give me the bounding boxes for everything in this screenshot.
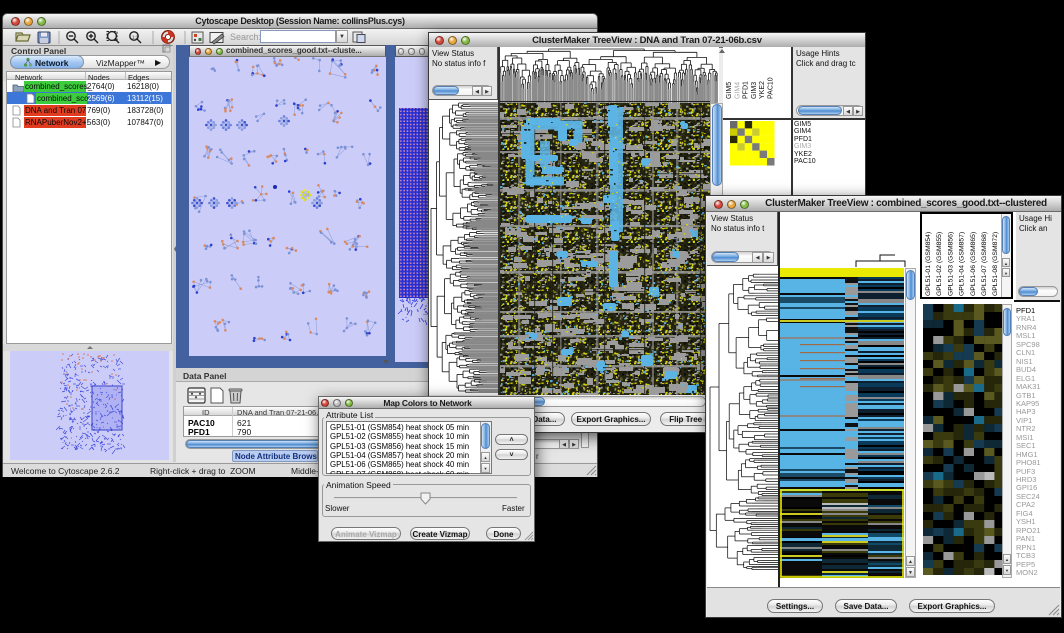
svg-text:GIM5: GIM5	[726, 82, 733, 99]
svg-text:1:1: 1:1	[132, 35, 139, 40]
svg-text:GIM3: GIM3	[751, 82, 758, 99]
svg-text:PAC10: PAC10	[768, 77, 775, 99]
svg-text:YKE2: YKE2	[759, 81, 766, 99]
svg-text:GIM4: GIM4	[734, 82, 741, 99]
svg-text:PFD1: PFD1	[743, 81, 750, 99]
